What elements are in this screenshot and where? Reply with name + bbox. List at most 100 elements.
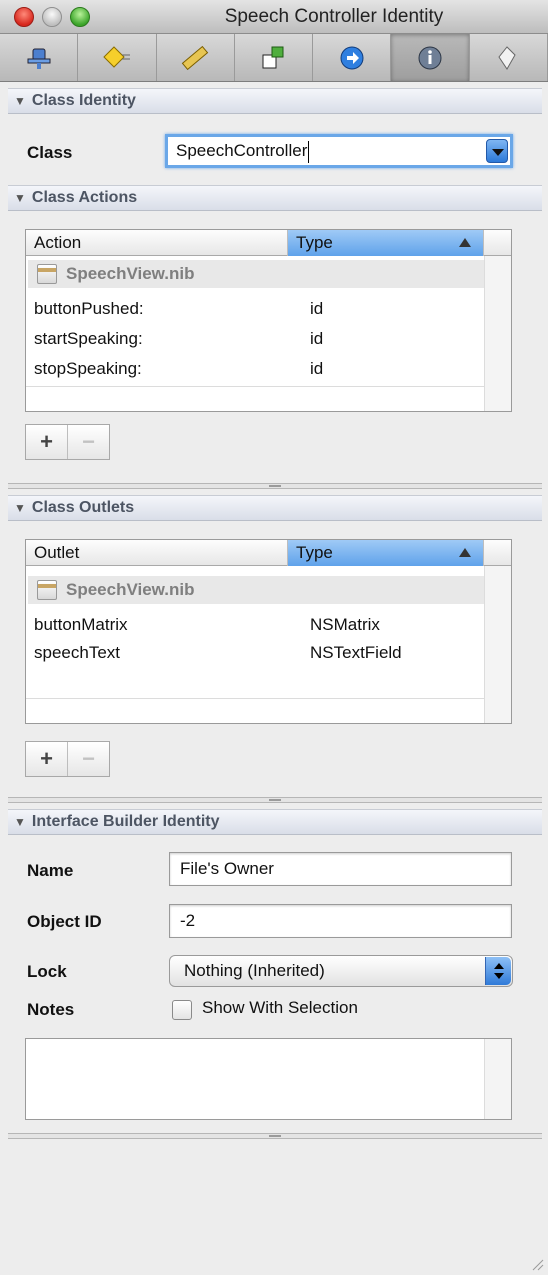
column-title: Type [296, 543, 333, 562]
disclosure-triangle-icon: ▼ [14, 94, 26, 108]
ib-identity-splitter[interactable] [8, 1133, 542, 1139]
sort-ascending-icon [459, 238, 471, 247]
column-header-action[interactable]: Action [26, 230, 288, 256]
action-name: startSpeaking: [34, 329, 143, 348]
remove-outlet-button[interactable]: − [68, 742, 109, 776]
window-title: Speech Controller Identity [224, 6, 444, 27]
show-with-selection-checkbox[interactable] [172, 1000, 192, 1020]
section-header-class-identity[interactable]: ▼ Class Identity [8, 88, 542, 114]
effects-inspector-icon [340, 46, 364, 69]
actions-add-remove: + − [25, 424, 110, 460]
table-divider [26, 386, 511, 387]
section-title: Class Actions [31, 189, 138, 206]
name-label: Name [27, 861, 74, 880]
tab-applescript[interactable] [470, 34, 548, 81]
actions-table-scrollbar[interactable] [484, 256, 511, 411]
tab-effects[interactable] [313, 34, 392, 81]
outlet-type: NSMatrix [310, 615, 380, 634]
minimize-button[interactable] [42, 7, 62, 27]
section-title: Class Outlets [31, 499, 135, 516]
class-combo-box[interactable]: SpeechController [165, 134, 513, 168]
action-name: buttonPushed: [34, 299, 144, 318]
section-header-class-actions[interactable]: ▼ Class Actions [8, 185, 542, 211]
outlet-type: NSTextField [310, 643, 402, 662]
text-caret [308, 140, 310, 163]
disclosure-triangle-icon: ▼ [14, 191, 26, 205]
table-row[interactable]: stopSpeaking: id [28, 356, 486, 382]
notes-text-area[interactable] [25, 1038, 512, 1120]
action-type: id [310, 299, 324, 318]
popup-arrows-icon [485, 957, 511, 985]
group-row-nib[interactable]: SpeechView.nib [28, 260, 486, 288]
tab-connections[interactable] [0, 34, 79, 81]
remove-action-button[interactable]: − [68, 425, 109, 459]
column-header-type[interactable]: Type [288, 540, 484, 566]
outlets-table-scrollbar[interactable] [484, 566, 511, 723]
splitter-handle [269, 1135, 281, 1137]
object-id-label: Object ID [27, 912, 102, 931]
inspector-toolbar [0, 34, 548, 82]
table-row[interactable]: buttonPushed: id [28, 296, 486, 322]
add-action-button[interactable]: + [26, 425, 68, 459]
column-title: Type [296, 233, 333, 252]
attributes-inspector-icon [103, 45, 130, 68]
applescript-inspector-icon [498, 45, 516, 70]
notes-text [26, 1039, 511, 1051]
zoom-button[interactable] [70, 7, 90, 27]
object-id-field[interactable]: -2 [169, 904, 512, 938]
lock-popup-button[interactable]: Nothing (Inherited) [169, 955, 513, 987]
lock-label: Lock [27, 962, 67, 981]
column-header-type[interactable]: Type [288, 230, 484, 256]
table-divider [26, 698, 511, 699]
action-name: stopSpeaking: [34, 359, 142, 378]
class-label: Class [27, 143, 73, 162]
size-inspector-icon [181, 45, 209, 70]
add-outlet-button[interactable]: + [26, 742, 68, 776]
outlets-table[interactable]: Outlet Type SpeechView.nib buttonMatrix … [25, 539, 512, 724]
name-field[interactable]: File's Owner [169, 852, 512, 886]
outlets-table-header: Outlet Type [26, 540, 511, 566]
notes-scrollbar[interactable] [484, 1039, 511, 1119]
bindings-inspector-icon [262, 46, 284, 68]
outlet-name: speechText [34, 643, 120, 662]
section-title: Interface Builder Identity [31, 813, 220, 830]
tab-size[interactable] [157, 34, 235, 81]
splitter-handle [269, 799, 281, 801]
title-bar: Speech Controller Identity [0, 0, 548, 34]
section-title: Class Identity [31, 92, 136, 109]
combo-dropdown-button[interactable] [486, 139, 508, 163]
tab-attributes[interactable] [78, 34, 157, 81]
outlets-add-remove: + − [25, 741, 110, 777]
actions-splitter[interactable] [8, 483, 542, 489]
column-header-outlet[interactable]: Outlet [26, 540, 288, 566]
notes-label: Notes [27, 1000, 75, 1019]
outlet-name: buttonMatrix [34, 615, 128, 634]
sort-ascending-icon [459, 548, 471, 557]
table-row[interactable]: speechText NSTextField [28, 640, 486, 666]
tab-bindings[interactable] [235, 34, 314, 81]
action-type: id [310, 359, 324, 378]
group-name: SpeechView.nib [66, 580, 195, 599]
section-header-class-outlets[interactable]: ▼ Class Outlets [8, 495, 542, 521]
action-type: id [310, 329, 324, 348]
outlets-splitter[interactable] [8, 797, 542, 803]
actions-table-header: Action Type [26, 230, 511, 256]
nib-file-icon [37, 264, 57, 284]
table-row[interactable]: buttonMatrix NSMatrix [28, 612, 486, 638]
table-row[interactable]: startSpeaking: id [28, 326, 486, 352]
tab-identity[interactable] [391, 34, 470, 81]
close-button[interactable] [14, 7, 34, 27]
lock-value: Nothing (Inherited) [184, 961, 325, 980]
splitter-handle [269, 485, 281, 487]
show-with-selection-label[interactable]: Show With Selection [202, 998, 358, 1018]
resize-grip-icon[interactable] [530, 1257, 544, 1271]
section-header-ib-identity[interactable]: ▼ Interface Builder Identity [8, 809, 542, 835]
identity-inspector-icon [418, 46, 442, 69]
disclosure-triangle-icon: ▼ [14, 815, 26, 829]
nib-file-icon [37, 580, 57, 600]
group-row-nib[interactable]: SpeechView.nib [28, 576, 486, 604]
group-name: SpeechView.nib [66, 264, 195, 283]
actions-table[interactable]: Action Type SpeechView.nib buttonPushed:… [25, 229, 512, 412]
connections-inspector-icon [27, 48, 51, 69]
class-value: SpeechController [176, 141, 308, 160]
